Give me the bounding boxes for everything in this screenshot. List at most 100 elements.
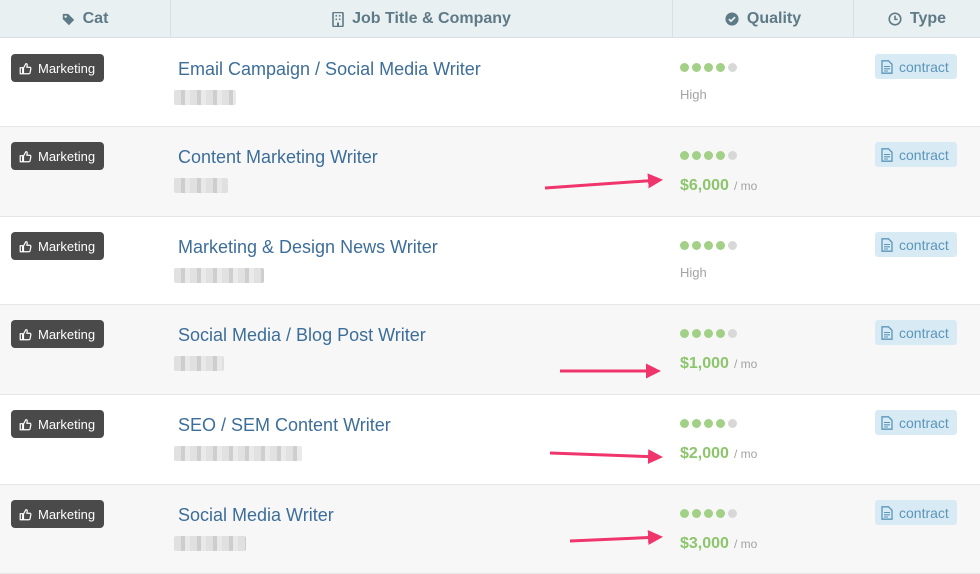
job-title-link[interactable]: Social Media / Blog Post Writer [178,325,426,346]
quality-label: High [680,265,707,280]
quality-rating [680,329,737,338]
rating-dot [716,509,725,518]
company-name-blurred [174,178,228,193]
rating-dot [728,63,737,72]
quality-rating [680,241,737,250]
quality-rating [680,509,737,518]
job-type-label: contract [899,58,949,75]
salary-amount: $1,000 [680,355,729,372]
header-type-label: Type [909,10,947,27]
quality-rating [680,63,737,72]
category-badge[interactable]: Marketing [11,232,105,260]
company-name-blurred [174,446,302,461]
rating-dot [704,419,713,428]
rating-dot [692,151,701,160]
rating-dot [680,329,689,338]
company-name-blurred [174,90,236,105]
rating-dot [716,329,725,338]
category-badge[interactable]: Marketing [11,410,105,438]
thumbs-up-icon [19,328,32,341]
salary-amount: $6,000 [680,177,729,194]
job-type-label: contract [899,504,949,521]
rating-dot [728,241,737,250]
category-label: Marketing [38,506,96,522]
table-row[interactable]: Marketing SEO / SEM Content Writer $2,000 /… [0,395,980,485]
header-cat[interactable]: Cat [0,0,171,38]
salary-unit: / mo [733,357,758,371]
job-type-label: contract [899,414,949,431]
document-icon [881,325,893,340]
rating-dot [704,63,713,72]
job-type-badge[interactable]: contract [875,142,957,167]
table-row[interactable]: Marketing Email Campaign / Social Media W… [0,39,980,127]
header-cat-label: Cat [82,10,109,27]
category-badge[interactable]: Marketing [11,142,105,170]
table-row[interactable]: Marketing Marketing & Design News Writer H… [0,217,980,305]
salary: $6,000 / mo [680,177,757,195]
header-type[interactable]: Type [854,0,980,38]
category-badge[interactable]: Marketing [11,320,105,348]
thumbs-up-icon [19,508,32,521]
rating-dot [680,63,689,72]
table-row[interactable]: Marketing Content Marketing Writer $6,000 /… [0,127,980,217]
job-title-link[interactable]: Marketing & Design News Writer [178,237,438,258]
rating-dot [704,241,713,250]
salary-amount: $2,000 [680,445,729,462]
clock-icon [888,12,902,26]
header-quality[interactable]: Quality [673,0,854,38]
document-icon [881,237,893,252]
header-job[interactable]: Job Title & Company [171,0,673,38]
check-circle-icon [725,12,739,26]
job-type-badge[interactable]: contract [875,410,957,435]
category-badge[interactable]: Marketing [11,500,105,528]
tag-icon [62,13,75,26]
rating-dot [692,419,701,428]
salary-unit: / mo [733,179,758,193]
header-quality-label: Quality [746,10,802,27]
thumbs-up-icon [19,240,32,253]
document-icon [881,415,893,430]
table-row[interactable]: Marketing Social Media Writer $3,000 / mo co… [0,485,980,574]
category-label: Marketing [38,148,96,164]
rating-dot [716,241,725,250]
thumbs-up-icon [19,418,32,431]
rating-dot [680,509,689,518]
rating-dot [680,419,689,428]
company-name-blurred [174,536,246,551]
rating-dot [728,151,737,160]
rating-dot [692,241,701,250]
job-title-link[interactable]: SEO / SEM Content Writer [178,415,391,436]
rating-dot [728,329,737,338]
job-title-link[interactable]: Content Marketing Writer [178,147,378,168]
salary: $3,000 / mo [680,535,757,553]
job-type-label: contract [899,324,949,341]
quality-label: High [680,87,707,102]
document-icon [881,505,893,520]
rating-dot [716,63,725,72]
rating-dot [728,509,737,518]
table-header: Cat Job Title & Company Quality Type [0,0,980,38]
rating-dot [716,151,725,160]
rating-dot [680,241,689,250]
category-label: Marketing [38,416,96,432]
company-name-blurred [174,356,224,371]
building-icon [332,11,344,27]
document-icon [881,59,893,74]
job-type-label: contract [899,236,949,253]
job-type-badge[interactable]: contract [875,54,957,79]
job-type-badge[interactable]: contract [875,500,957,525]
job-type-badge[interactable]: contract [875,320,957,345]
category-label: Marketing [38,238,96,254]
table-row[interactable]: Marketing Social Media / Blog Post Writer… [0,305,980,395]
job-type-badge[interactable]: contract [875,232,957,257]
salary: $1,000 / mo [680,355,757,373]
category-label: Marketing [38,60,96,76]
category-badge[interactable]: Marketing [11,54,105,82]
job-title-link[interactable]: Email Campaign / Social Media Writer [178,59,481,80]
rating-dot [680,151,689,160]
header-job-label: Job Title & Company [352,10,511,27]
rating-dot [704,151,713,160]
job-title-link[interactable]: Social Media Writer [178,505,334,526]
company-name-blurred [174,268,264,283]
rating-dot [704,509,713,518]
